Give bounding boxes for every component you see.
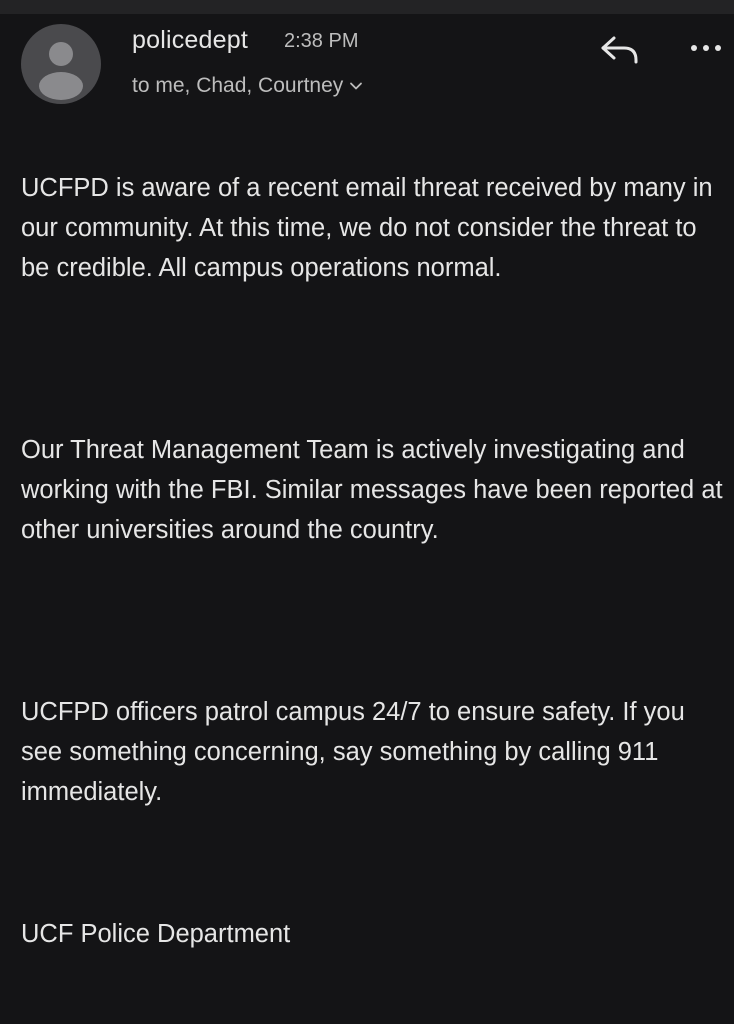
more-options-icon [691, 45, 721, 51]
sender-avatar[interactable] [21, 24, 101, 104]
status-bar-strip [0, 0, 734, 14]
person-icon [39, 42, 83, 100]
chevron-down-icon [350, 82, 363, 90]
sender-name[interactable]: policedept [132, 26, 248, 55]
body-paragraph: UCFPD is aware of a recent email threat … [21, 174, 713, 282]
email-signature: UCF Police Department [21, 920, 291, 948]
body-paragraph: Our Threat Management Team is actively i… [21, 436, 723, 544]
reply-arrow-icon [601, 36, 638, 64]
email-header: policedept 2:38 PM to me, Chad, Courtney [0, 14, 734, 124]
more-options-button[interactable] [688, 38, 724, 58]
email-timestamp: 2:38 PM [284, 30, 359, 52]
recipients-label: to me, Chad, Courtney [132, 74, 344, 97]
body-paragraph: UCFPD officers patrol campus 24/7 to ens… [21, 698, 685, 806]
recipients-toggle[interactable]: to me, Chad, Courtney [132, 74, 363, 98]
reply-button[interactable] [598, 32, 642, 68]
